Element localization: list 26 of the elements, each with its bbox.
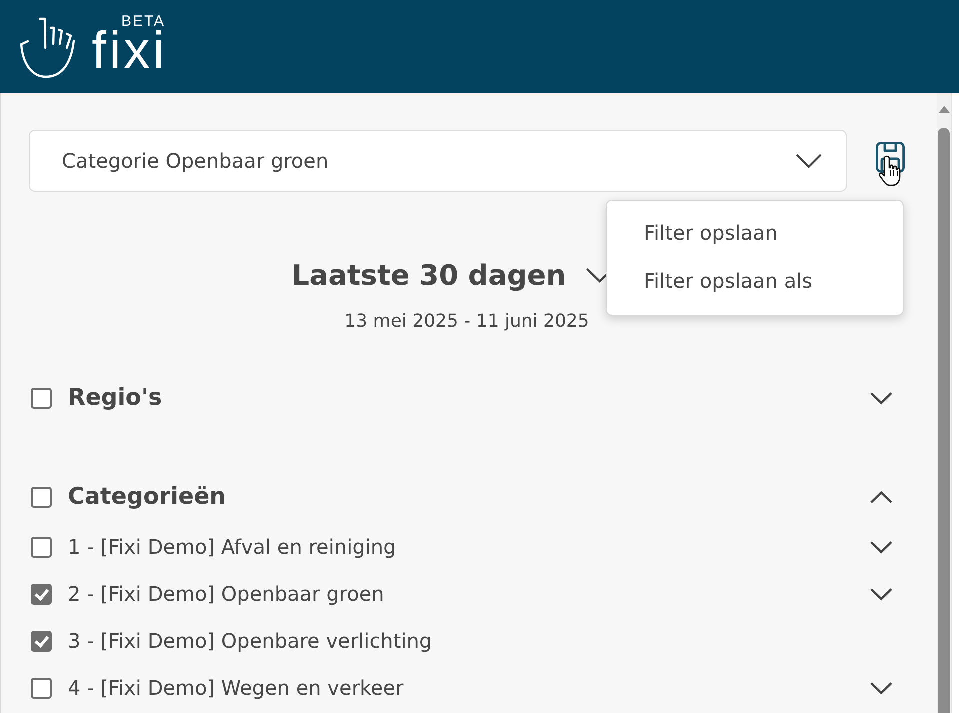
chevron-down-icon bbox=[796, 154, 822, 168]
checkbox[interactable] bbox=[31, 630, 52, 652]
hand-logo-icon bbox=[20, 16, 76, 78]
date-range: 13 mei 2025 - 11 juni 2025 bbox=[344, 310, 590, 334]
filter-select[interactable]: Categorie Openbaar groen bbox=[29, 130, 847, 192]
checkbox[interactable] bbox=[31, 388, 52, 408]
category-label: 1 - [Fixi Demo] Afval en reiniging bbox=[68, 535, 396, 559]
chevron-down-icon[interactable] bbox=[870, 392, 893, 404]
section-title: Regio's bbox=[68, 385, 162, 411]
chevron-up-icon[interactable] bbox=[870, 490, 893, 504]
checkbox[interactable] bbox=[31, 678, 52, 698]
chevron-down-icon[interactable] bbox=[870, 588, 893, 600]
scroll-up-arrow-icon[interactable] bbox=[938, 106, 950, 113]
chevron-down-icon[interactable] bbox=[870, 540, 893, 554]
menu-item[interactable]: Filter opslaan bbox=[607, 215, 903, 251]
checkbox[interactable] bbox=[31, 584, 52, 604]
section-title: Categorieën bbox=[68, 484, 226, 510]
chevron-down-icon[interactable] bbox=[870, 682, 893, 694]
beta-label: BETA bbox=[121, 14, 166, 28]
checkbox[interactable] bbox=[31, 486, 52, 508]
category-label: 3 - [Fixi Demo] Openbare verlichting bbox=[68, 629, 432, 653]
logo-wordmark: fixi bbox=[92, 28, 168, 72]
scrollbar-thumb[interactable] bbox=[938, 128, 950, 713]
category-label: 2 - [Fixi Demo] Openbaar groen bbox=[68, 582, 384, 606]
checkbox[interactable] bbox=[31, 536, 52, 558]
category-label: 4 - [Fixi Demo] Wegen en verkeer bbox=[68, 676, 404, 700]
